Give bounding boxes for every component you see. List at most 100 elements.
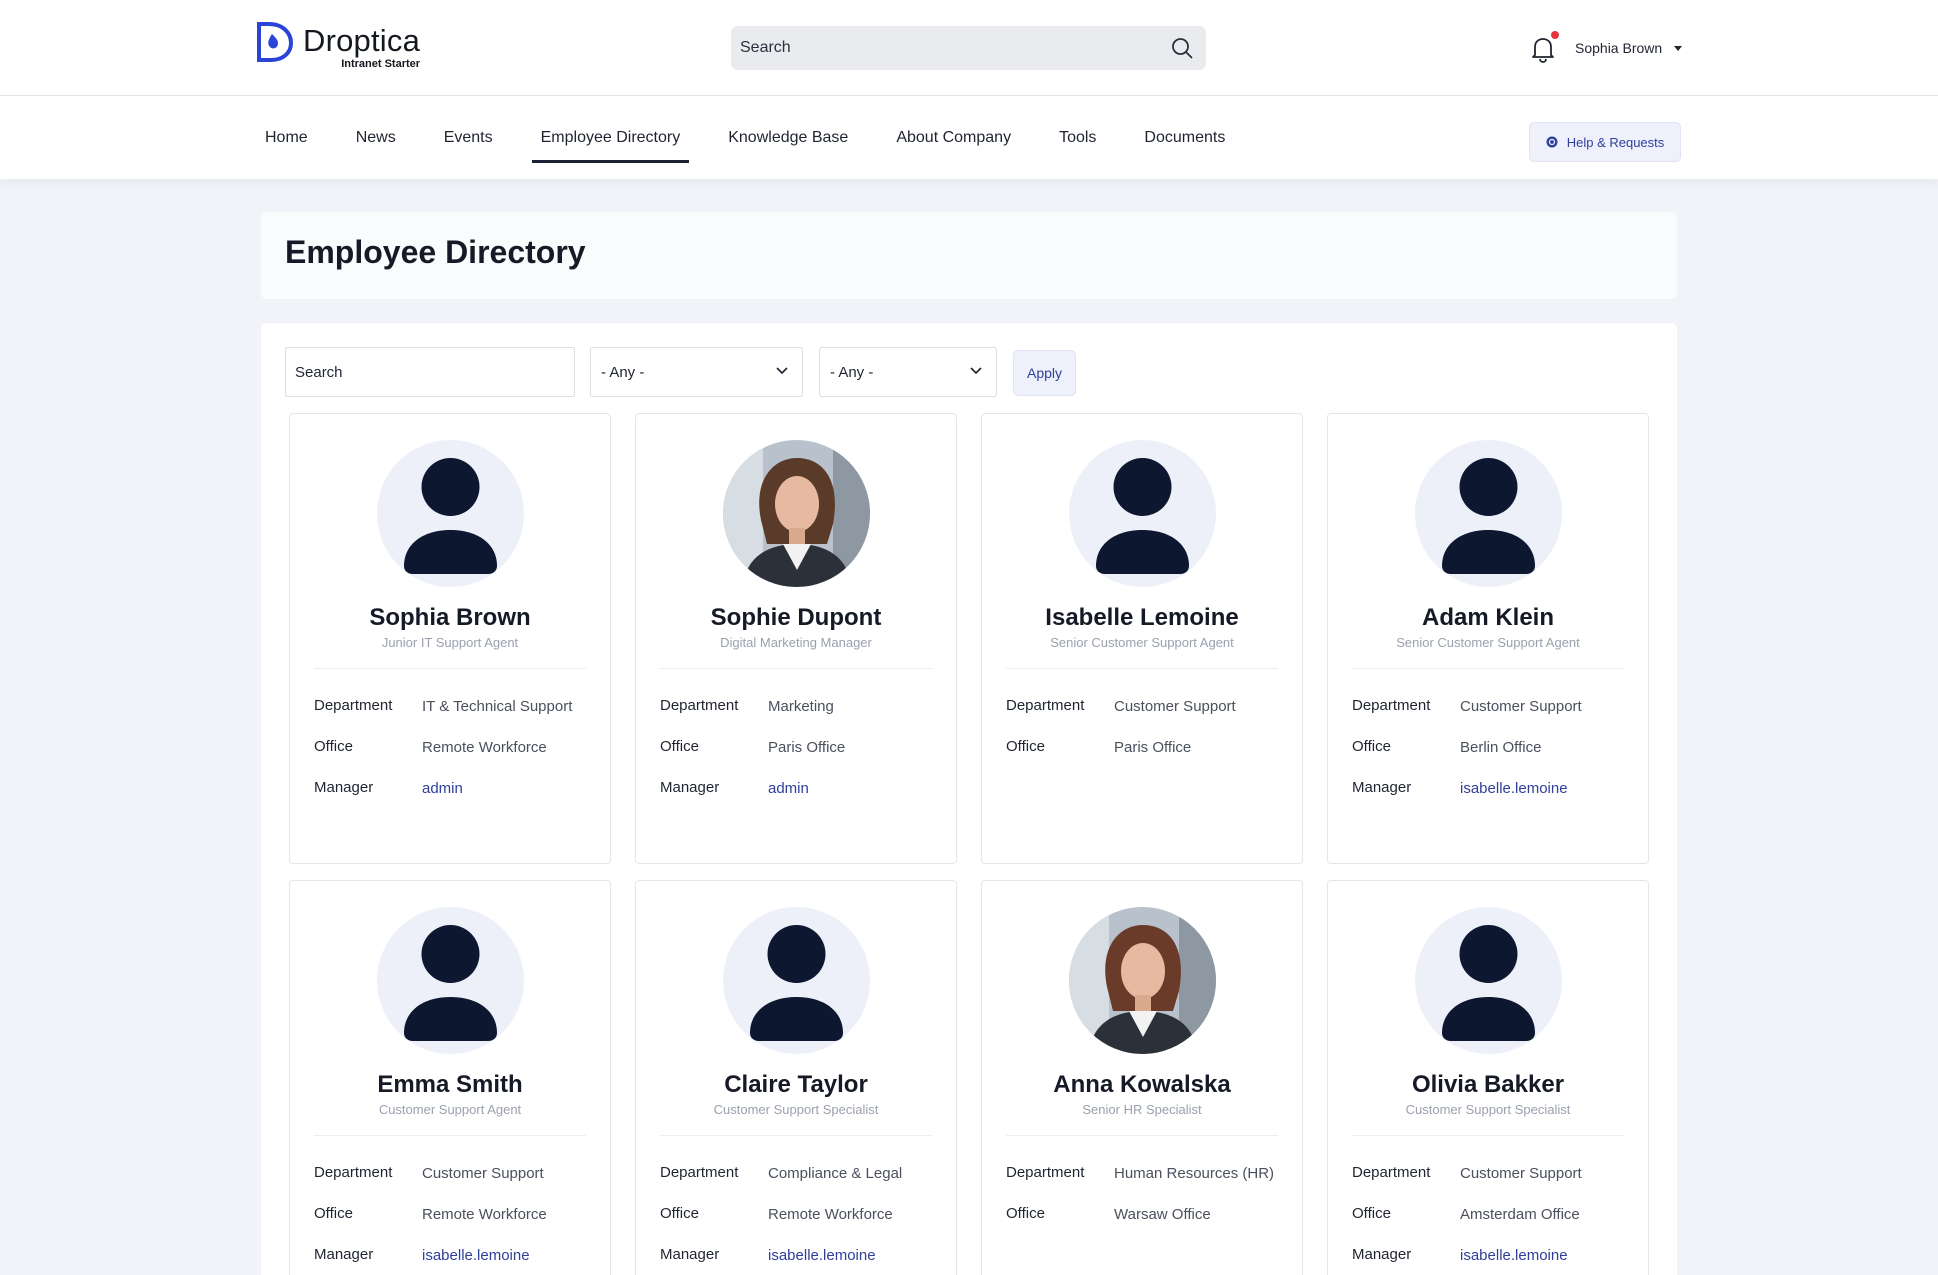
nav-item-employee-directory[interactable]: Employee Directory <box>531 96 690 179</box>
department-value: Marketing <box>768 698 834 715</box>
employee-card[interactable]: Sophia Brown Junior IT Support Agent Depar… <box>289 413 611 864</box>
manager-label: Manager <box>1352 1246 1412 1263</box>
department-label: Department <box>1352 1164 1431 1181</box>
office-value: Amsterdam Office <box>1460 1206 1580 1223</box>
droptica-logo-icon <box>257 22 294 62</box>
office-label: Office <box>1006 1205 1045 1222</box>
office-label: Office <box>314 1205 353 1222</box>
manager-link[interactable]: isabelle.lemoine <box>768 1244 938 1267</box>
manager-label: Manager <box>314 779 374 796</box>
main-nav: Home News Events Employee Directory Know… <box>0 96 1938 179</box>
employee-role: Digital Marketing Manager <box>720 635 872 650</box>
employee-avatar <box>377 907 524 1054</box>
nav-item-knowledge-base[interactable]: Knowledge Base <box>719 96 857 179</box>
manager-link[interactable]: isabelle.lemoine <box>422 1244 592 1267</box>
employee-card[interactable]: Isabelle Lemoine Senior Customer Support … <box>981 413 1303 864</box>
employee-card[interactable]: Olivia Bakker Customer Support Specialist… <box>1327 880 1649 1275</box>
apply-filters-button[interactable]: Apply <box>1013 350 1076 396</box>
employee-name[interactable]: Isabelle Lemoine <box>982 604 1302 632</box>
chevron-down-icon <box>970 367 982 375</box>
employee-name[interactable]: Sophie Dupont <box>636 604 956 632</box>
card-divider <box>660 1135 932 1136</box>
employee-role: Customer Support Specialist <box>1405 1102 1571 1117</box>
global-search-input[interactable] <box>740 39 1170 57</box>
employee-role: Junior IT Support Agent <box>381 635 519 650</box>
department-value: Customer Support <box>1114 698 1236 715</box>
employee-avatar <box>377 440 524 587</box>
employee-role: Senior Customer Support Agent <box>1050 635 1234 650</box>
manager-label: Manager <box>660 779 720 796</box>
top-header: Droptica Intranet Starter Sophia Brown <box>0 0 1938 96</box>
employee-role: Senior HR Specialist <box>1082 1102 1202 1117</box>
employee-name[interactable]: Adam Klein <box>1328 604 1648 632</box>
global-search <box>731 26 1206 70</box>
search-icon[interactable] <box>1170 36 1194 60</box>
nav-item-tools[interactable]: Tools <box>1050 96 1105 179</box>
employee-card[interactable]: Adam Klein Senior Customer Support Agent D… <box>1327 413 1649 864</box>
directory-panel: - Any - - Any - Apply Sophia Brown Junior… <box>261 323 1677 1275</box>
brand-name: Droptica <box>303 23 421 58</box>
employee-avatar <box>1069 907 1216 1054</box>
card-divider <box>314 1135 586 1136</box>
department-label: Department <box>1006 1164 1085 1181</box>
employee-card[interactable]: Anna Kowalska Senior HR Specialist Departm… <box>981 880 1303 1275</box>
department-label: Department <box>1352 697 1431 714</box>
employee-card[interactable]: Claire Taylor Customer Support Specialist… <box>635 880 957 1275</box>
manager-label: Manager <box>1352 779 1412 796</box>
nav-item-documents[interactable]: Documents <box>1135 96 1234 179</box>
card-divider <box>1352 668 1624 669</box>
employee-role: Customer Support Agent <box>378 1102 522 1117</box>
department-label: Department <box>314 697 393 714</box>
employee-avatar <box>1415 907 1562 1054</box>
office-label: Office <box>660 1205 699 1222</box>
manager-link[interactable]: isabelle.lemoine <box>1460 777 1630 800</box>
office-filter-select[interactable]: - Any - <box>819 347 997 397</box>
employee-card[interactable]: Emma Smith Customer Support Agent Departme… <box>289 880 611 1275</box>
directory-search-input[interactable] <box>285 347 575 397</box>
department-value: Human Resources (HR) <box>1114 1165 1275 1182</box>
nav-item-about-company[interactable]: About Company <box>887 96 1020 179</box>
department-label: Department <box>660 1164 739 1181</box>
employee-avatar <box>1069 440 1216 587</box>
employee-name[interactable]: Sophia Brown <box>290 604 610 632</box>
brand-tagline: Intranet Starter <box>341 58 421 70</box>
user-name: Sophia Brown <box>1575 40 1663 56</box>
help-requests-button[interactable]: Help & Requests <box>1529 122 1681 162</box>
page-title-panel: Employee Directory <box>261 212 1677 299</box>
office-filter-value: - Any - <box>830 363 874 381</box>
office-value: Berlin Office <box>1460 739 1542 756</box>
nav-item-events[interactable]: Events <box>435 96 502 179</box>
department-value: Compliance & Legal <box>768 1165 903 1182</box>
department-label: Department <box>314 1164 393 1181</box>
manager-link[interactable]: admin <box>422 777 592 800</box>
manager-link[interactable]: admin <box>768 777 938 800</box>
office-value: Remote Workforce <box>422 739 547 756</box>
bell-icon[interactable] <box>1530 35 1556 63</box>
department-value: Customer Support <box>1460 1165 1582 1182</box>
department-label: Department <box>660 697 739 714</box>
employee-name[interactable]: Anna Kowalska <box>982 1071 1302 1099</box>
nav-item-home[interactable]: Home <box>256 96 317 179</box>
page-title: Employee Directory <box>285 234 586 270</box>
department-filter-select[interactable]: - Any - <box>590 347 803 397</box>
manager-link[interactable]: isabelle.lemoine <box>1460 1244 1630 1267</box>
employee-role: Customer Support Specialist <box>713 1102 879 1117</box>
employee-name[interactable]: Claire Taylor <box>636 1071 956 1099</box>
card-divider <box>660 668 932 669</box>
office-label: Office <box>1006 738 1045 755</box>
nav-item-news[interactable]: News <box>347 96 405 179</box>
office-value: Remote Workforce <box>422 1206 547 1223</box>
caret-down-icon <box>1674 45 1683 51</box>
department-value: IT & Technical Support <box>422 698 573 715</box>
employee-name[interactable]: Emma Smith <box>290 1071 610 1099</box>
office-label: Office <box>1352 738 1391 755</box>
office-value: Warsaw Office <box>1114 1206 1211 1223</box>
employee-name[interactable]: Olivia Bakker <box>1328 1071 1648 1099</box>
manager-label: Manager <box>314 1246 374 1263</box>
card-divider <box>314 668 586 669</box>
brand-logo[interactable]: Droptica Intranet Starter <box>255 20 420 76</box>
office-label: Office <box>314 738 353 755</box>
office-value: Paris Office <box>1114 739 1192 756</box>
user-menu[interactable]: Sophia Brown <box>1575 37 1683 59</box>
employee-card[interactable]: Sophie Dupont Digital Marketing Manager De… <box>635 413 957 864</box>
